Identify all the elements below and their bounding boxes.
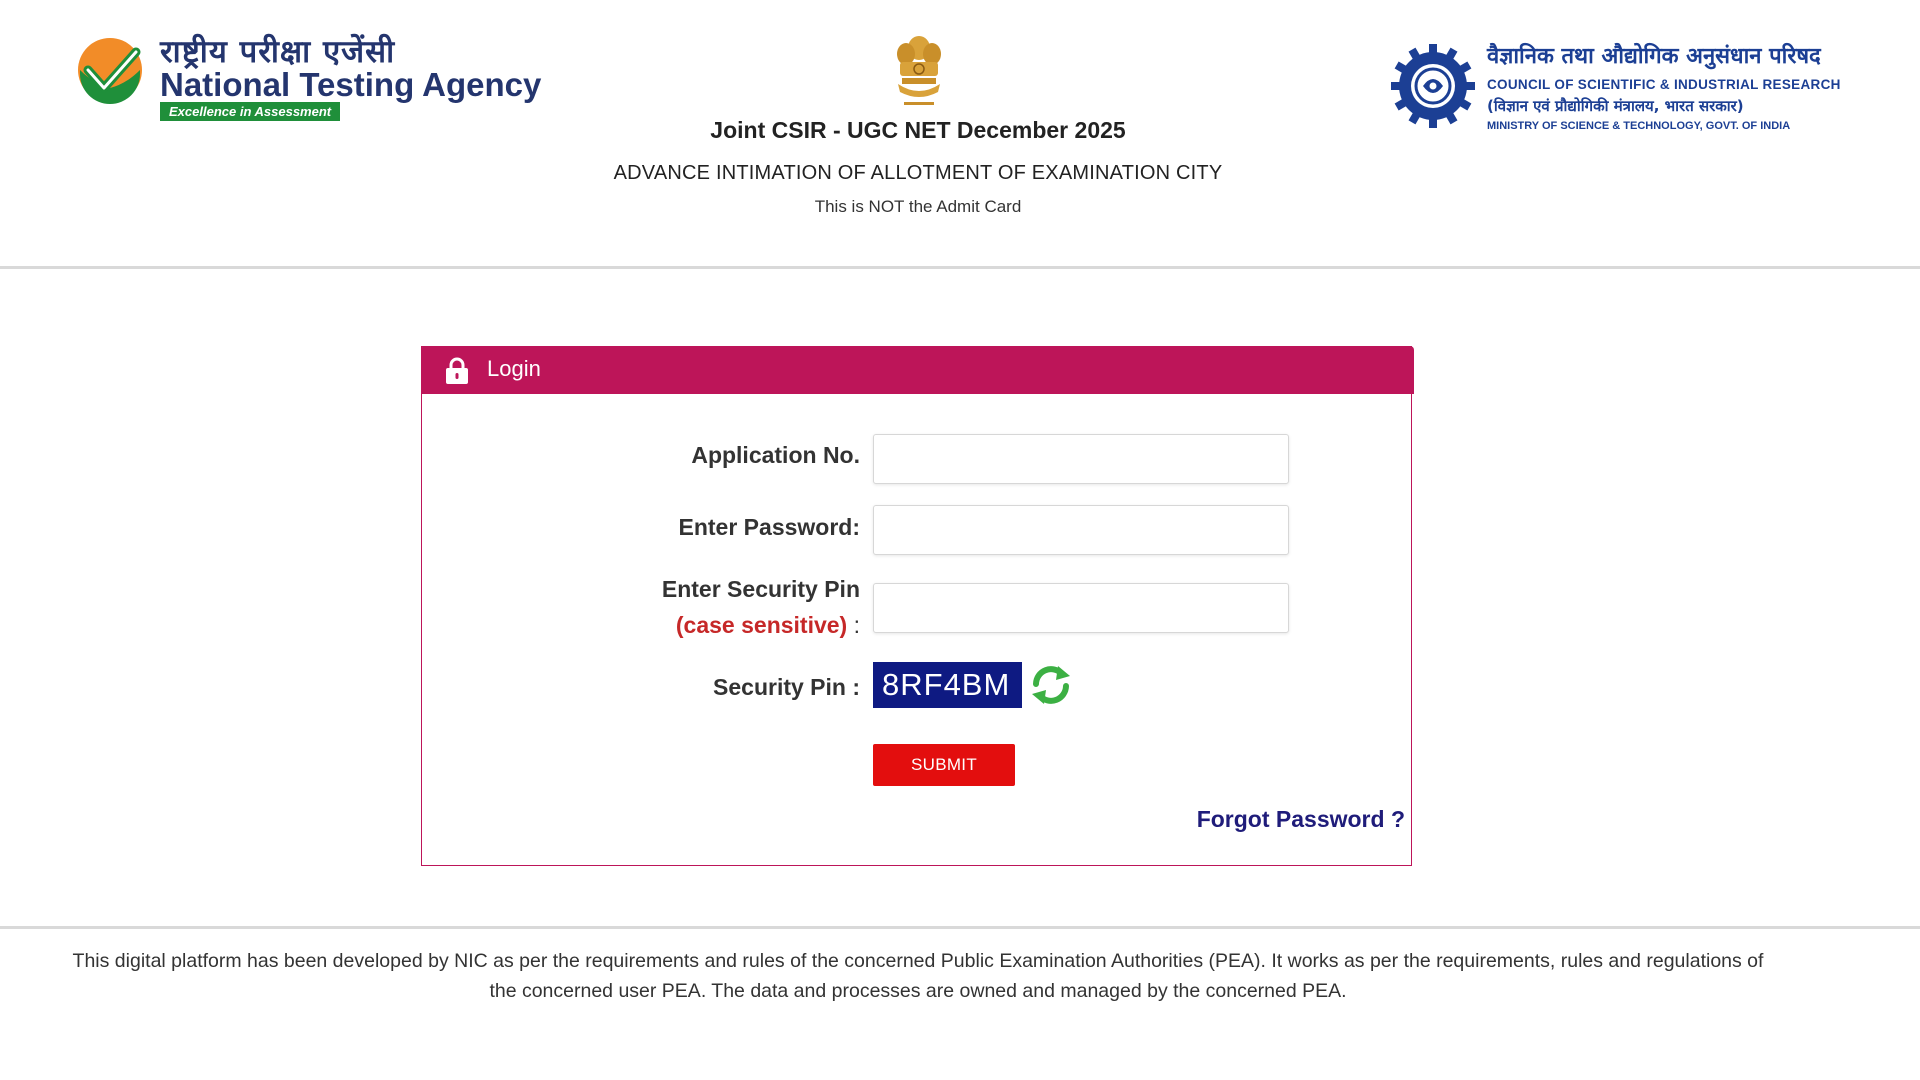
national-emblem-icon — [897, 36, 941, 105]
forgot-password-link[interactable]: Forgot Password ? — [1197, 806, 1405, 833]
security-pin-input[interactable] — [873, 583, 1289, 633]
csir-ministry: MINISTRY OF SCIENCE & TECHNOLOGY, GOVT. … — [1487, 120, 1791, 132]
footer-disclaimer: This digital platform has been developed… — [72, 950, 1764, 1002]
csir-hindi-name: वैज्ञानिक तथा औद्योगिक अनुसंधान परिषद — [1487, 44, 1821, 69]
case-sensitive-note: (case sensitive) — [675, 612, 848, 638]
login-panel: Login Application No. Enter Password: En… — [421, 346, 1414, 866]
login-header: Login — [421, 346, 1414, 394]
nta-tagline: Excellence in Assessment — [160, 102, 341, 121]
intimation-heading: ADVANCE INTIMATION OF ALLOTMENT OF EXAMI… — [613, 162, 1223, 184]
csir-gear-logo-icon — [1391, 44, 1475, 128]
refresh-icon[interactable] — [1028, 662, 1074, 708]
login-title: Login — [487, 356, 541, 381]
password-input[interactable] — [873, 505, 1289, 555]
case-note-colon: : — [853, 612, 860, 638]
footer-divider — [0, 926, 1920, 929]
admit-card-notice: This is NOT the Admit Card — [814, 197, 1022, 216]
title-block: Joint CSIR - UGC NET December 2025 ADVAN… — [460, 117, 1376, 217]
lock-icon — [446, 357, 468, 384]
csir-english-name: COUNCIL OF SCIENTIFIC & INDUSTRIAL RESEA… — [1487, 77, 1841, 92]
csir-hindi-ministry: (विज्ञान एवं प्रौद्योगिकी मंत्रालय, भारत… — [1487, 97, 1744, 115]
nta-english-name: National Testing Agency — [160, 66, 542, 103]
password-label: Enter Password: — [678, 514, 861, 540]
page-header: राष्ट्रीय परीक्षा एजेंसी National Testin… — [0, 0, 1920, 268]
captcha-image: 8RF4BM — [873, 662, 1022, 708]
nta-logo: राष्ट्रीय परीक्षा एजेंसी National Testin… — [76, 30, 541, 125]
exam-title: Joint CSIR - UGC NET December 2025 — [710, 117, 1126, 143]
application-number-input[interactable] — [873, 434, 1289, 484]
csir-logo: वैज्ञानिक तथा औद्योगिक अनुसंधान परिषद CO… — [1389, 40, 1869, 140]
security-pin-label: Enter Security Pin — [661, 576, 860, 602]
security-pin-case-note: (case sensitive) : — [676, 612, 860, 639]
header-divider — [0, 266, 1920, 269]
application-number-label: Application No. — [691, 442, 860, 468]
submit-button[interactable]: SUBMIT — [873, 744, 1015, 786]
nta-check-logo-icon — [78, 38, 142, 104]
captcha-label: Security Pin : — [713, 674, 860, 700]
